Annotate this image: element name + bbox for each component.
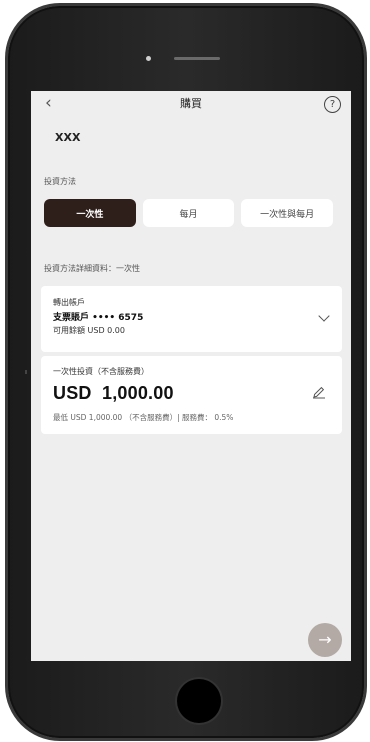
investment-method-tabs: 一次性 每月 一次性與每月 <box>44 199 334 229</box>
minimum-and-fee-note: 最低 USD 1,000.00 （不含服務費）| 服務費： 0.5% <box>53 413 234 422</box>
edit-pencil-icon[interactable] <box>312 385 326 399</box>
source-account-card[interactable]: 轉出帳戶 支票賬戶 •••• 6575 可用餘額 USD 0.00 <box>41 286 342 352</box>
tab-monthly[interactable]: 每月 <box>142 199 235 227</box>
next-arrow-button[interactable]: → <box>308 623 342 657</box>
help-icon[interactable]: ? <box>324 96 341 113</box>
speaker-grille <box>174 57 220 60</box>
method-details-label: 投資方法詳細資料：一次性 <box>44 264 140 273</box>
tab-lump-sum[interactable]: 一次性 <box>44 199 136 227</box>
chevron-down-icon[interactable] <box>318 310 330 322</box>
amount-heading: 一次性投資（不含服務費） <box>53 367 149 376</box>
source-account-heading: 轉出帳戶 <box>53 298 85 307</box>
nav-bar: ‹ 購買 ? <box>31 91 351 117</box>
fund-name: XXX <box>55 131 81 144</box>
available-balance: 可用餘額 USD 0.00 <box>53 326 125 335</box>
home-button[interactable] <box>177 679 221 723</box>
app-screen: ‹ 購買 ? XXX 投資方法 一次性 每月 一次性與每月 投資方法詳細資料：一… <box>31 91 351 661</box>
investment-amount-card: 一次性投資（不含服務費） USD 1,000.00 最低 USD 1,000.0… <box>41 356 342 434</box>
amount-value[interactable]: USD 1,000.00 <box>53 383 174 404</box>
camera-dot <box>146 56 151 61</box>
account-name: 支票賬戶 •••• 6575 <box>53 313 144 323</box>
page-title: 購買 <box>180 97 202 110</box>
edge-mark <box>25 370 27 374</box>
tab-lump-sum-and-monthly[interactable]: 一次性與每月 <box>241 199 334 227</box>
investment-method-label: 投資方法 <box>44 177 76 186</box>
